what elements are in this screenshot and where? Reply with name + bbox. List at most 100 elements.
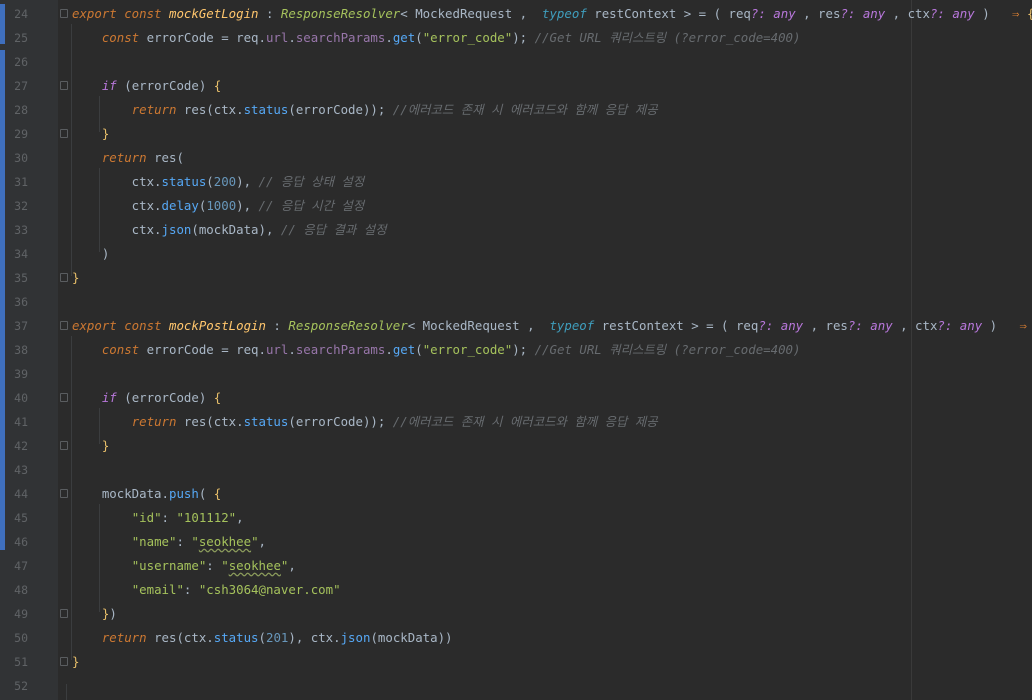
code-token: ), ctx. — [288, 630, 341, 645]
code-text: const errorCode = req.url.searchParams.g… — [72, 26, 801, 50]
code-token: typeof — [542, 6, 595, 21]
code-token: } — [72, 270, 80, 285]
code-line[interactable]: 46 "name": "seokhee", — [0, 530, 1032, 554]
code-line[interactable]: 36 — [0, 290, 1032, 314]
code-token: return — [131, 414, 184, 429]
code-token: > = ( req — [676, 6, 751, 21]
code-text: ctx.status(200), // 응답 상태 설정 — [72, 170, 365, 194]
code-line[interactable]: 26 — [0, 50, 1032, 74]
fold-toggle-icon[interactable] — [60, 273, 68, 282]
code-token: // 응답 시간 설정 — [251, 198, 365, 213]
code-token: : — [176, 534, 192, 549]
code-token: restContext — [601, 318, 684, 333]
code-token: ⇒ — [1019, 318, 1027, 333]
code-token: : — [206, 558, 222, 573]
code-token: { — [213, 78, 222, 93]
code-line[interactable]: 44 mockData.push( { — [0, 482, 1032, 506]
code-line[interactable]: 27 if (errorCode) { — [0, 74, 1032, 98]
code-line[interactable]: 24 export const mockGetLogin : ResponseRe… — [0, 2, 1032, 26]
code-token: ), — [236, 174, 252, 189]
line-number: 48 — [14, 583, 28, 597]
code-token: (mockData)) — [370, 630, 453, 645]
code-token: const — [101, 342, 147, 357]
code-text: return res(ctx.status(errorCode)); //에러코… — [72, 410, 658, 434]
code-line[interactable]: 34 ) — [0, 242, 1032, 266]
code-token: errorCode = req. — [146, 30, 266, 45]
code-token: ?: any — [840, 6, 886, 21]
code-token: // 응답 상태 설정 — [251, 174, 365, 189]
fold-toggle-icon[interactable] — [60, 609, 68, 618]
code-line[interactable]: 49 }) — [0, 602, 1032, 626]
line-number: 24 — [14, 7, 28, 21]
code-line[interactable]: 39 — [0, 362, 1032, 386]
code-token: ); — [512, 342, 528, 357]
fold-toggle-icon[interactable] — [60, 129, 68, 138]
fold-toggle-icon[interactable] — [60, 393, 68, 402]
fold-toggle-icon[interactable] — [60, 321, 68, 330]
line-number: 44 — [14, 487, 28, 501]
code-text: return res(ctx.status(errorCode)); //에러코… — [72, 98, 658, 122]
line-number: 35 — [14, 271, 28, 285]
code-line[interactable]: 37 export const mockPostLogin : ResponseR… — [0, 314, 1032, 338]
code-line[interactable]: 50 return res(ctx.status(201), ctx.json(… — [0, 626, 1032, 650]
code-text: ) — [72, 242, 109, 266]
code-line[interactable]: 32 ctx.delay(1000), // 응답 시간 설정 — [0, 194, 1032, 218]
line-number: 29 — [14, 127, 28, 141]
code-token: : — [258, 6, 281, 21]
code-token: res( — [154, 150, 184, 165]
code-token: searchParams — [295, 30, 386, 45]
fold-toggle-icon[interactable] — [60, 657, 68, 666]
line-number: 37 — [14, 319, 28, 333]
code-token: const — [124, 318, 169, 333]
code-line[interactable]: 30 return res( — [0, 146, 1032, 170]
code-token: status — [243, 414, 289, 429]
code-line[interactable]: 38 const errorCode = req.url.searchParam… — [0, 338, 1032, 362]
code-token: return — [101, 630, 155, 645]
line-number: 28 — [14, 103, 28, 117]
code-token: < — [407, 318, 423, 333]
code-token: . — [385, 30, 393, 45]
code-line[interactable]: 42 } — [0, 434, 1032, 458]
code-line[interactable]: 47 "username": "seokhee", — [0, 554, 1032, 578]
fold-toggle-icon[interactable] — [60, 9, 68, 18]
code-token: : — [161, 510, 177, 525]
code-line[interactable]: 33 ctx.json(mockData), // 응답 결과 설정 — [0, 218, 1032, 242]
code-token: , — [258, 534, 266, 549]
code-token: . — [385, 342, 393, 357]
code-line[interactable]: 45 "id": "101112", — [0, 506, 1032, 530]
fold-toggle-icon[interactable] — [60, 81, 68, 90]
code-line[interactable]: 43 — [0, 458, 1032, 482]
code-text: } — [72, 434, 109, 458]
code-line[interactable]: 41 return res(ctx.status(errorCode)); //… — [0, 410, 1032, 434]
fold-toggle-icon[interactable] — [60, 441, 68, 450]
line-number: 33 — [14, 223, 28, 237]
code-line[interactable]: 51} — [0, 650, 1032, 674]
code-token: push — [168, 486, 199, 501]
code-token: { — [213, 390, 222, 405]
fold-toggle-icon[interactable] — [60, 489, 68, 498]
code-line[interactable]: 31 ctx.status(200), // 응답 상태 설정 — [0, 170, 1032, 194]
line-number: 31 — [14, 175, 28, 189]
code-line[interactable]: 25 const errorCode = req.url.searchParam… — [0, 26, 1032, 50]
code-line[interactable]: 52 — [0, 674, 1032, 698]
code-token: MockedRequest — [422, 318, 520, 333]
line-number: 45 — [14, 511, 28, 525]
line-number: 30 — [14, 151, 28, 165]
code-line[interactable]: 40 if (errorCode) { — [0, 386, 1032, 410]
code-token: mockPostLogin — [168, 318, 266, 333]
line-number: 39 — [14, 367, 28, 381]
code-line[interactable]: 48 "email": "csh3064@naver.com" — [0, 578, 1032, 602]
code-token: : — [183, 582, 199, 597]
code-editor[interactable]: 24 export const mockGetLogin : ResponseRe… — [0, 0, 1032, 700]
code-line[interactable]: 28 return res(ctx.status(errorCode)); //… — [0, 98, 1032, 122]
code-token: // 응답 결과 설정 — [273, 222, 387, 237]
code-line[interactable]: 35} — [0, 266, 1032, 290]
code-line[interactable]: 29 } — [0, 122, 1032, 146]
line-number: 51 — [14, 655, 28, 669]
